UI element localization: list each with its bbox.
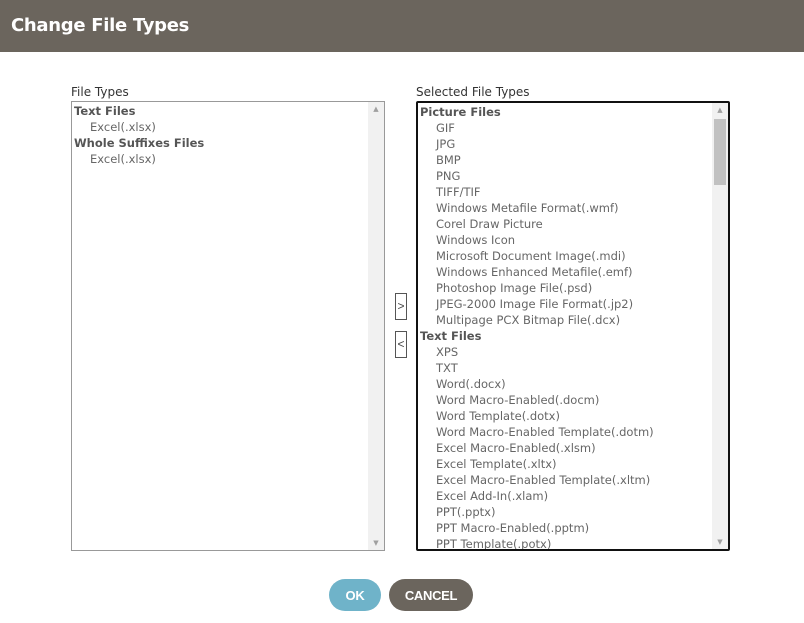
list-item[interactable]: Excel Macro-Enabled Template(.xltm) <box>418 472 712 488</box>
list-item[interactable]: XPS <box>418 344 712 360</box>
list-item[interactable]: Excel(.xlsx) <box>72 119 368 135</box>
list-item[interactable]: TIFF/TIF <box>418 184 712 200</box>
file-types-label: File Types <box>71 85 129 99</box>
list-item[interactable]: GIF <box>418 120 712 136</box>
remove-button[interactable]: < <box>395 331 407 358</box>
scroll-down-icon[interactable]: ▼ <box>368 536 384 550</box>
list-item[interactable]: PPT Template(.potx) <box>418 536 712 549</box>
list-item[interactable]: Word Macro-Enabled Template(.dotm) <box>418 424 712 440</box>
list-group-header[interactable]: Whole Suffixes Files <box>72 135 368 151</box>
list-group-header[interactable]: Text Files <box>72 103 368 119</box>
list-item[interactable]: Microsoft Document Image(.mdi) <box>418 248 712 264</box>
cancel-button[interactable]: CANCEL <box>389 579 473 611</box>
list-item[interactable]: Windows Enhanced Metafile(.emf) <box>418 264 712 280</box>
list-item[interactable]: Word(.docx) <box>418 376 712 392</box>
list-group-header[interactable]: Text Files <box>418 328 712 344</box>
selected-file-types-label: Selected File Types <box>416 85 530 99</box>
scrollbar-thumb[interactable] <box>714 119 726 185</box>
list-item[interactable]: Photoshop Image File(.psd) <box>418 280 712 296</box>
list-item[interactable]: JPG <box>418 136 712 152</box>
scroll-up-icon[interactable]: ▲ <box>712 103 728 117</box>
scroll-up-icon[interactable]: ▲ <box>368 102 384 116</box>
list-item[interactable]: Excel Macro-Enabled(.xlsm) <box>418 440 712 456</box>
scrollbar[interactable]: ▲ ▼ <box>368 102 384 550</box>
dialog-title: Change File Types <box>0 0 804 52</box>
ok-button[interactable]: OK <box>329 579 381 611</box>
selected-file-types-list[interactable]: Picture Files GIF JPG BMP PNG TIFF/TIF Windows… <box>416 101 730 551</box>
list-group-header[interactable]: Picture Files <box>418 104 712 120</box>
list-item[interactable]: BMP <box>418 152 712 168</box>
scrollbar[interactable]: ▲ ▼ <box>712 103 728 549</box>
list-item[interactable]: Windows Metafile Format(.wmf) <box>418 200 712 216</box>
list-item[interactable]: PNG <box>418 168 712 184</box>
list-item[interactable]: Multipage PCX Bitmap File(.dcx) <box>418 312 712 328</box>
list-item[interactable]: Excel Add-In(.xlam) <box>418 488 712 504</box>
scroll-down-icon[interactable]: ▼ <box>712 535 728 549</box>
list-item[interactable]: JPEG-2000 Image File Format(.jp2) <box>418 296 712 312</box>
list-item[interactable]: Windows Icon <box>418 232 712 248</box>
list-item[interactable]: Word Macro-Enabled(.docm) <box>418 392 712 408</box>
list-item[interactable]: Corel Draw Picture <box>418 216 712 232</box>
list-item[interactable]: Excel Template(.xltx) <box>418 456 712 472</box>
list-item[interactable]: TXT <box>418 360 712 376</box>
list-item[interactable]: Excel(.xlsx) <box>72 151 368 167</box>
list-item[interactable]: PPT(.pptx) <box>418 504 712 520</box>
file-types-list[interactable]: Text Files Excel(.xlsx) Whole Suffixes Fil… <box>71 101 385 551</box>
add-button[interactable]: > <box>395 293 407 320</box>
list-item[interactable]: Word Template(.dotx) <box>418 408 712 424</box>
list-item[interactable]: PPT Macro-Enabled(.pptm) <box>418 520 712 536</box>
